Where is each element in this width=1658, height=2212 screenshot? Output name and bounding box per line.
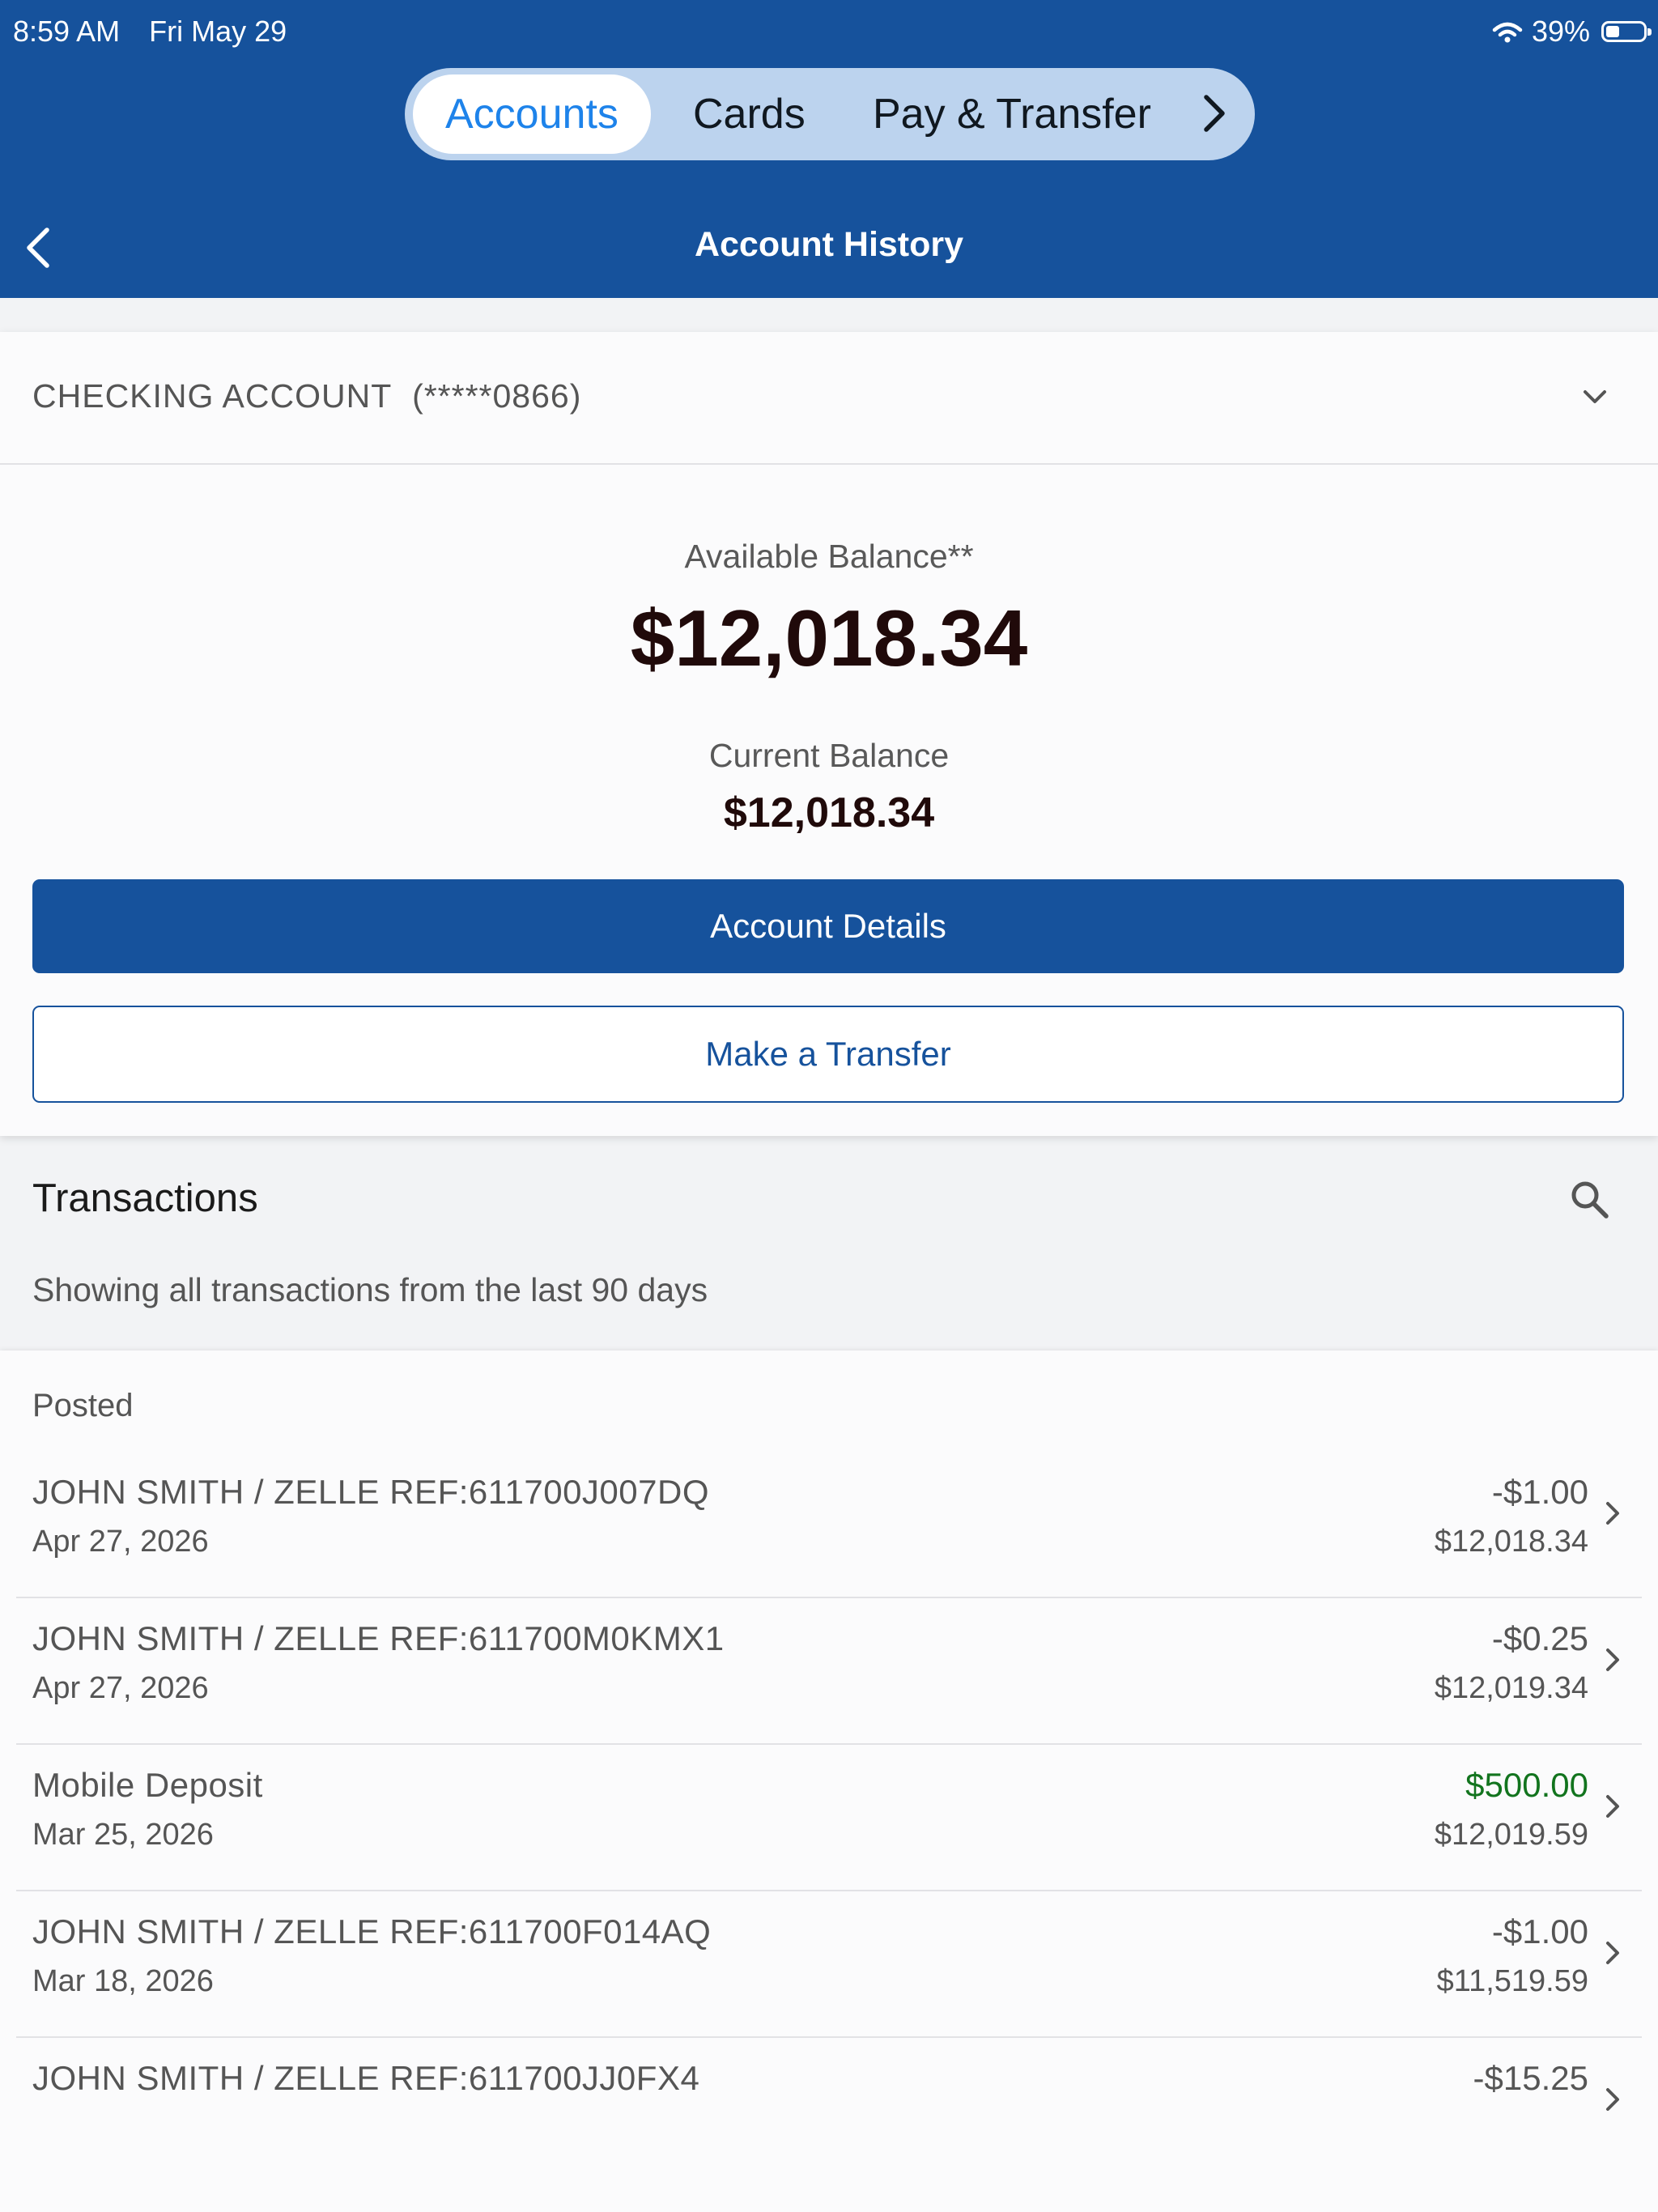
- available-balance-value: $12,018.34: [630, 593, 1028, 683]
- chevron-right-icon: [1606, 1942, 1619, 1964]
- transaction-amount: $500.00: [1465, 1766, 1588, 1804]
- chevron-right-icon: [1606, 1502, 1619, 1525]
- transaction-row[interactable]: JOHN SMITH / ZELLE REF:611700JJ0FX4 -$15…: [16, 2036, 1642, 2183]
- transaction-date: Mar 18, 2026: [32, 1964, 214, 1998]
- wifi-icon: [1492, 22, 1523, 43]
- transactions-list-card: Posted JOHN SMITH / ZELLE REF:611700J007…: [0, 1351, 1658, 2212]
- page-title: Account History: [694, 225, 964, 264]
- available-balance-label: Available Balance**: [684, 538, 974, 575]
- transaction-description: JOHN SMITH / ZELLE REF:611700F014AQ: [32, 1912, 712, 1950]
- current-balance-label: Current Balance: [708, 737, 950, 774]
- account-name: CHECKING ACCOUNT: [32, 377, 393, 415]
- account-details-button[interactable]: Account Details: [32, 879, 1624, 973]
- transaction-date: Apr 27, 2026: [32, 1671, 209, 1705]
- chevron-right-icon[interactable]: [1192, 91, 1237, 136]
- transaction-date: Mar 25, 2026: [32, 1818, 214, 1852]
- tab-cards[interactable]: Cards: [661, 74, 838, 154]
- chevron-right-icon: [1606, 2088, 1619, 2111]
- top-tab-bar: Accounts Cards Pay & Transfer: [405, 68, 1255, 160]
- battery-percent: 39%: [1531, 15, 1590, 48]
- chevron-right-icon: [1606, 1795, 1619, 1818]
- status-date: Fri May 29: [149, 15, 287, 48]
- posted-section-label: Posted: [32, 1388, 134, 1423]
- account-selector[interactable]: CHECKING ACCOUNT (*****0866): [0, 332, 1658, 465]
- transactions-subtitle: Showing all transactions from the last 9…: [32, 1271, 708, 1308]
- transaction-description: JOHN SMITH / ZELLE REF:611700J007DQ: [32, 1473, 710, 1511]
- battery-icon: [1601, 21, 1652, 42]
- transaction-row[interactable]: JOHN SMITH / ZELLE REF:611700J007DQ Apr …: [16, 1450, 1642, 1598]
- current-balance-value: $12,018.34: [723, 789, 935, 836]
- transaction-amount: -$0.25: [1491, 1619, 1588, 1657]
- top-bar: 8:59 AM Fri May 29 39% Accounts Cards Pa…: [0, 0, 1658, 298]
- transactions-title: Transactions: [32, 1176, 258, 1220]
- transaction-row[interactable]: Mobile Deposit Mar 25, 2026 $500.00 $12,…: [16, 1743, 1642, 1891]
- account-summary-card: CHECKING ACCOUNT (*****0866) Available B…: [0, 332, 1658, 1136]
- account-number: (*****0866): [412, 377, 582, 415]
- transaction-running-balance: $12,019.34: [1434, 1671, 1588, 1705]
- transaction-running-balance: $11,519.59: [1436, 1964, 1588, 1998]
- chevron-down-icon[interactable]: [1579, 381, 1611, 413]
- tab-pay-transfer[interactable]: Pay & Transfer: [840, 74, 1184, 154]
- make-transfer-button[interactable]: Make a Transfer: [32, 1006, 1624, 1103]
- chevron-right-icon: [1606, 1648, 1619, 1671]
- transaction-description: JOHN SMITH / ZELLE REF:611700M0KMX1: [32, 1619, 725, 1657]
- tab-accounts[interactable]: Accounts: [413, 74, 651, 154]
- transaction-row[interactable]: JOHN SMITH / ZELLE REF:611700F014AQ Mar …: [16, 1890, 1642, 2038]
- transaction-amount: -$15.25: [1473, 2059, 1588, 2097]
- transaction-row[interactable]: JOHN SMITH / ZELLE REF:611700M0KMX1 Apr …: [16, 1597, 1642, 1745]
- transaction-running-balance: $12,018.34: [1434, 1525, 1588, 1559]
- status-bar-left: 8:59 AM Fri May 29: [13, 15, 287, 49]
- search-icon[interactable]: [1567, 1177, 1613, 1223]
- transaction-running-balance: $12,019.59: [1434, 1818, 1588, 1852]
- transaction-date: Apr 27, 2026: [32, 1525, 209, 1559]
- account-label: CHECKING ACCOUNT (*****0866): [32, 377, 581, 415]
- transaction-amount: -$1.00: [1491, 1912, 1588, 1950]
- status-bar-right: 39%: [1491, 15, 1652, 49]
- status-time: 8:59 AM: [13, 15, 121, 48]
- transaction-description: Mobile Deposit: [32, 1766, 263, 1804]
- transaction-amount: -$1.00: [1491, 1473, 1588, 1511]
- transaction-description: JOHN SMITH / ZELLE REF:611700JJ0FX4: [32, 2059, 700, 2097]
